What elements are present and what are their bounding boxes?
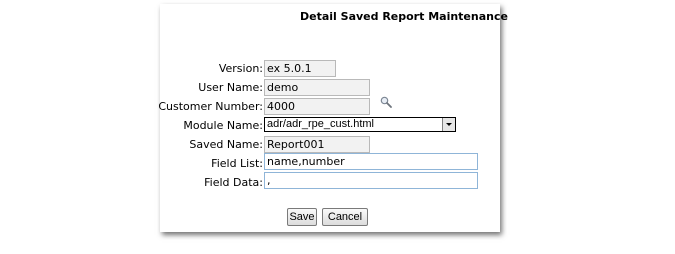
field-list-input[interactable]: name,number <box>264 153 478 170</box>
saved-name-label: Saved Name: <box>189 138 263 151</box>
version-label: Version: <box>218 62 263 75</box>
page-title: Detail Saved Report Maintenance <box>300 10 508 23</box>
user-name-field: demo <box>264 79 370 96</box>
module-name-select[interactable]: adr/adr_rpe_cust.html <box>264 117 456 132</box>
module-name-value: adr/adr_rpe_cust.html <box>267 118 374 130</box>
magnifier-icon[interactable] <box>380 96 392 108</box>
cancel-button[interactable]: Cancel <box>322 208 368 226</box>
module-name-label: Module Name: <box>183 119 263 132</box>
user-name-label: User Name: <box>198 81 263 94</box>
customer-number-label: Customer Number: <box>158 100 263 113</box>
saved-name-field: Report001 <box>264 136 370 153</box>
save-button[interactable]: Save <box>287 208 317 226</box>
field-data-input[interactable]: , <box>264 172 478 189</box>
field-list-label: Field List: <box>211 157 263 170</box>
version-field: ex 5.0.1 <box>264 60 336 77</box>
chevron-down-icon[interactable] <box>442 118 455 131</box>
customer-number-field: 4000 <box>264 98 370 115</box>
field-data-label: Field Data: <box>204 176 263 189</box>
